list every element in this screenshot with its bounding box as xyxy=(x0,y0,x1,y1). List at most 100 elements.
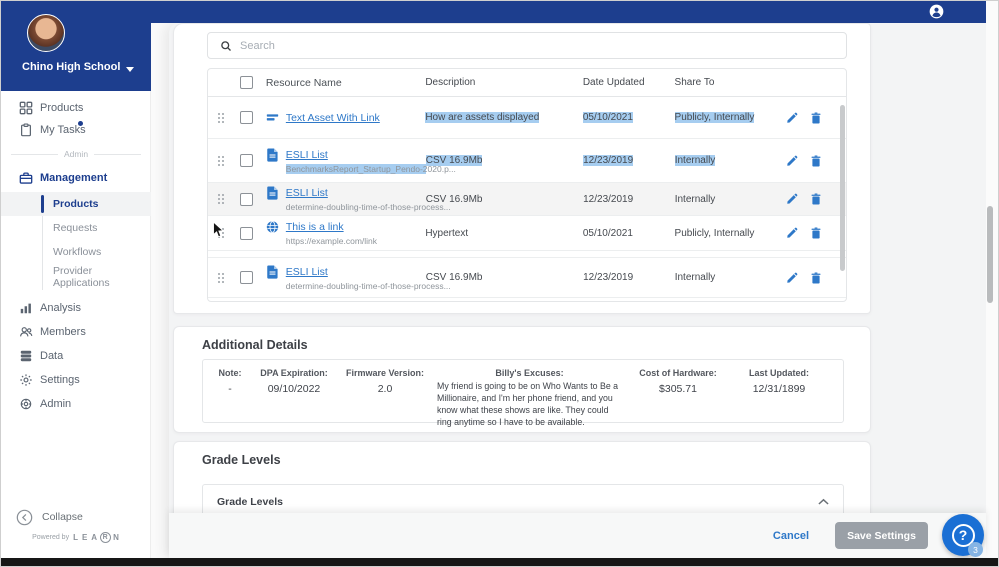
row-checkbox[interactable] xyxy=(239,154,253,167)
sidebar-subitem-products[interactable]: Products xyxy=(1,193,151,215)
table-scrollbar[interactable] xyxy=(840,105,845,271)
additional-details-title: Additional Details xyxy=(202,338,308,352)
chevron-down-icon xyxy=(126,67,134,72)
sidebar-item-data[interactable]: Data xyxy=(1,345,151,367)
cost-of-hardware-value: $305.71 xyxy=(659,383,697,395)
drag-handle-icon[interactable] xyxy=(217,155,225,167)
school-selector[interactable]: Chino High School xyxy=(1,58,151,78)
resource-link[interactable]: This is a link xyxy=(286,221,344,233)
resource-link[interactable]: ESLI List xyxy=(286,149,328,161)
last-updated-value: 12/31/1899 xyxy=(752,383,806,395)
resources-section: Resource Name Description Date Updated S… xyxy=(173,23,871,314)
sidebar-item-label: Management xyxy=(40,172,108,184)
delete-trash-icon[interactable] xyxy=(810,111,822,124)
grid-icon xyxy=(19,101,33,115)
help-notification-badge: 3 xyxy=(968,542,983,557)
table-row: Text Asset With Link How are assets disp… xyxy=(208,97,846,139)
drag-handle-icon[interactable] xyxy=(217,112,225,124)
collapse-label: Collapse xyxy=(42,511,83,523)
drag-handle-icon[interactable] xyxy=(217,227,225,239)
delete-trash-icon[interactable] xyxy=(810,193,822,205)
row-spacer xyxy=(208,251,846,258)
save-settings-button[interactable]: Save Settings xyxy=(835,522,928,549)
sidebar-item-label: Data xyxy=(40,350,64,362)
user-avatar[interactable] xyxy=(27,14,65,52)
additional-details-box: Note: - DPA Expiration: 09/10/2022 Firmwar… xyxy=(202,359,844,427)
edit-pencil-icon[interactable] xyxy=(786,112,798,124)
chevron-left-circle-icon xyxy=(16,509,33,525)
table-row: This is a link https://example.com/link … xyxy=(208,216,846,251)
page-margin xyxy=(986,1,998,558)
file-icon xyxy=(266,264,279,279)
briefcase-icon xyxy=(19,171,33,185)
gear-icon xyxy=(19,373,33,387)
sidebar-subitem-requests[interactable]: Requests xyxy=(1,217,151,239)
collapse-button[interactable]: Collapse xyxy=(1,506,151,528)
delete-trash-icon[interactable] xyxy=(810,227,822,239)
chevron-up-icon[interactable] xyxy=(818,498,829,506)
sidebar-item-label: Admin xyxy=(40,398,72,410)
edit-pencil-icon[interactable] xyxy=(786,227,798,239)
sidebar-subitem-provider-applications[interactable]: Provider Applications xyxy=(1,265,151,289)
sidebar-item-admin[interactable]: Admin xyxy=(1,393,151,415)
resource-description: Hypertext xyxy=(425,227,469,239)
column-date-updated: Date Updated xyxy=(582,77,645,88)
sidebar-subitem-workflows[interactable]: Workflows xyxy=(1,241,151,263)
table-row: ESLI List determine-doubling-time-of-tho… xyxy=(208,183,846,216)
sidebar-item-label: Settings xyxy=(40,374,80,386)
people-icon xyxy=(19,325,33,339)
globe-link-icon xyxy=(266,220,279,234)
resource-date-updated: 05/10/2021 xyxy=(582,112,633,123)
admin-section-divider: Admin xyxy=(1,147,151,161)
cancel-button[interactable]: Cancel xyxy=(773,530,809,542)
column-description: Description xyxy=(425,77,476,88)
billys-excuses-value: My friend is going to be on Who Wants to… xyxy=(437,381,619,427)
resource-link[interactable]: ESLI List xyxy=(286,266,328,278)
table-body: Text Asset With Link How are assets disp… xyxy=(208,97,846,298)
additional-details-section: Additional Details Note: - DPA Expiration… xyxy=(173,326,871,433)
drag-handle-icon[interactable] xyxy=(217,193,225,205)
search-input[interactable] xyxy=(240,39,846,52)
resource-date-updated: 12/23/2019 xyxy=(583,155,634,166)
note-value: - xyxy=(228,383,232,395)
resource-subtext: BenchmarksReport_Startup_Pendo-2020.p... xyxy=(285,163,456,174)
row-checkbox[interactable] xyxy=(239,111,253,124)
resource-link[interactable]: ESLI List xyxy=(286,187,328,199)
row-checkbox[interactable] xyxy=(239,271,253,284)
dpa-expiration-value: 09/10/2022 xyxy=(267,383,321,395)
resource-share-to: Publicly, Internally xyxy=(674,112,755,123)
table-row: ESLI List BenchmarksReport_Startup_Pendo… xyxy=(208,139,846,183)
sidebar-item-members[interactable]: Members xyxy=(1,321,151,343)
sidebar-item-settings[interactable]: Settings xyxy=(1,369,151,391)
resource-share-to: Internally xyxy=(674,193,716,205)
row-checkbox[interactable] xyxy=(239,192,253,206)
resource-link[interactable]: Text Asset With Link xyxy=(286,112,380,124)
select-all-checkbox[interactable] xyxy=(239,76,253,89)
sidebar-item-analysis[interactable]: Analysis xyxy=(1,297,151,319)
row-checkbox[interactable] xyxy=(239,226,253,240)
delete-trash-icon[interactable] xyxy=(810,154,822,167)
account-person-icon[interactable] xyxy=(929,4,944,19)
resource-date-updated: 12/23/2019 xyxy=(583,272,634,283)
page-scrollbar[interactable] xyxy=(987,206,993,303)
edit-pencil-icon[interactable] xyxy=(786,272,798,284)
accordion-title: Grade Levels xyxy=(217,496,283,508)
resource-subtext: https://example.com/link xyxy=(285,236,378,246)
drag-handle-icon[interactable] xyxy=(217,272,225,284)
app-frame: Chino High School Products My Tasks Admi… xyxy=(0,0,999,567)
sidebar-item-products[interactable]: Products xyxy=(1,97,151,119)
sidebar-item-management[interactable]: Management xyxy=(1,167,151,189)
resource-share-to: Internally xyxy=(674,272,716,283)
resource-share-to: Publicly, Internally xyxy=(674,227,755,239)
billys-excuses-label: Billy's Excuses: xyxy=(495,368,564,378)
search-icon xyxy=(221,40,231,51)
column-resource-name: Resource Name xyxy=(265,76,342,89)
sidebar-item-my-tasks[interactable]: My Tasks xyxy=(1,119,151,141)
sidebar-header: Chino High School xyxy=(1,1,151,91)
edit-pencil-icon[interactable] xyxy=(786,155,798,167)
resource-description: CSV 16.9Mb xyxy=(425,193,483,205)
delete-trash-icon[interactable] xyxy=(810,271,822,284)
file-icon xyxy=(266,186,279,200)
edit-pencil-icon[interactable] xyxy=(786,193,798,205)
resource-description: CSV 16.9Mb xyxy=(425,272,483,283)
